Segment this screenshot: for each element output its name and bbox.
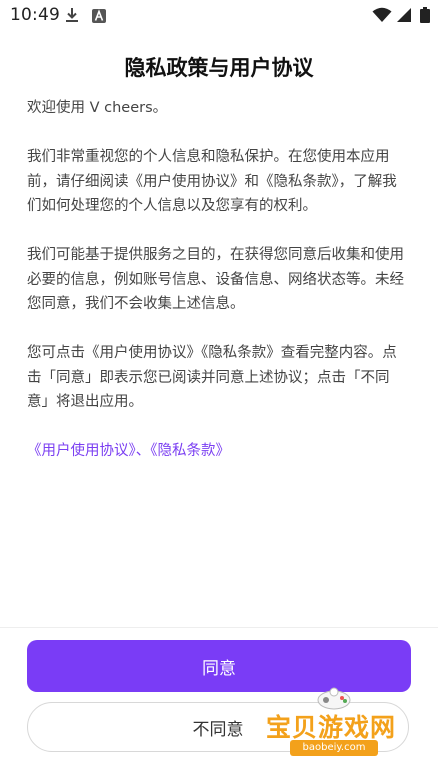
data-collection-paragraph: 我们可能基于提供服务之目的，在获得您同意后收集和使用必要的信息，例如账号信息、设… bbox=[27, 247, 404, 312]
font-a-icon bbox=[92, 9, 106, 23]
wifi-icon bbox=[372, 7, 392, 22]
welcome-paragraph: 欢迎使用 V cheers。 bbox=[27, 100, 168, 116]
status-time: 10:49 bbox=[10, 5, 60, 25]
link-separator: 、 bbox=[135, 443, 151, 459]
consent-paragraph: 您可点击《用户使用协议》《隐私条款》查看完整内容。点击「同意」即表示您已阅读并同… bbox=[27, 345, 397, 410]
privacy-terms-link[interactable]: 《隐私条款》 bbox=[150, 443, 230, 459]
privacy-intro-paragraph: 我们非常重视您的个人信息和隐私保护。在您使用本应用前，请仔细阅读《用户使用协议》… bbox=[27, 149, 397, 214]
disagree-button[interactable]: 不同意 bbox=[27, 702, 409, 752]
privacy-dialog-screen: 10:49 隐私政策与用户协议 欢迎使用 V cheers。 我们非常重视您的个… bbox=[0, 0, 438, 778]
signal-icon bbox=[397, 8, 411, 22]
battery-icon bbox=[420, 7, 430, 23]
agree-button[interactable]: 同意 bbox=[27, 640, 411, 692]
agreement-content: 欢迎使用 V cheers。 我们非常重视您的个人信息和隐私保护。在您使用本应用… bbox=[27, 96, 411, 464]
download-icon bbox=[66, 8, 78, 22]
agreement-links: 《用户使用协议》、《隐私条款》 bbox=[27, 439, 411, 464]
bottom-divider bbox=[0, 627, 438, 628]
status-bar: 10:49 bbox=[0, 0, 438, 30]
page-title: 隐私政策与用户协议 bbox=[124, 56, 314, 80]
user-agreement-link[interactable]: 《用户使用协议》 bbox=[27, 443, 136, 459]
